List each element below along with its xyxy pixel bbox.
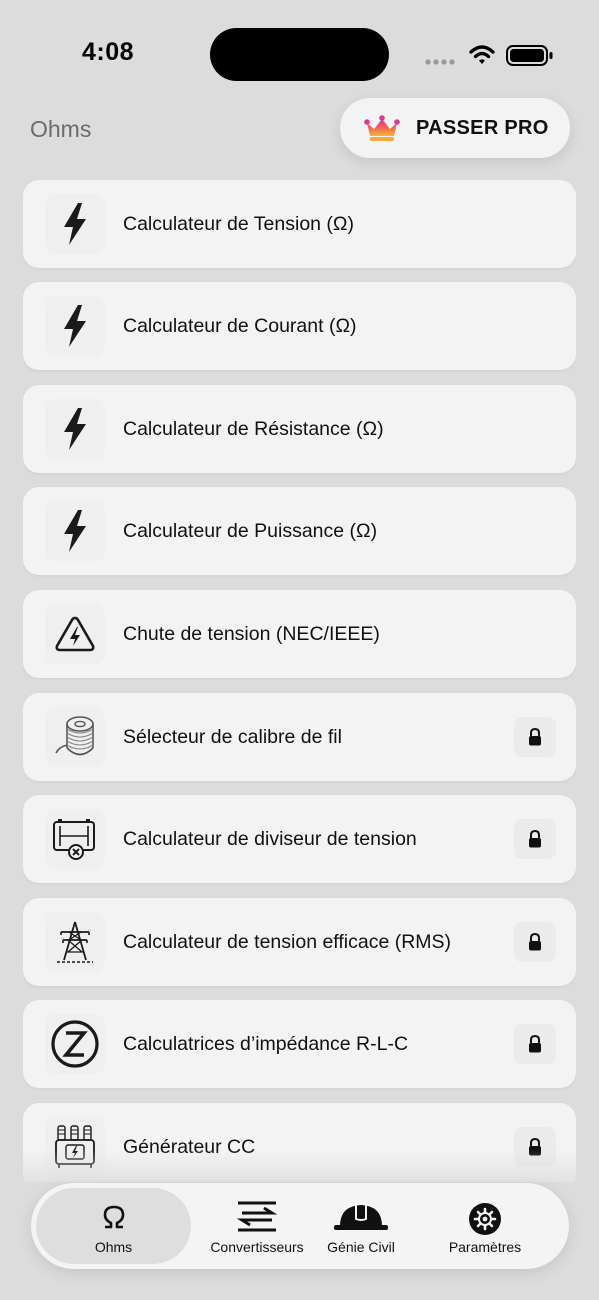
lock-badge	[514, 922, 556, 962]
list-item-current-calculator[interactable]: Calculateur de Courant (Ω)	[23, 282, 576, 370]
list-item-wire-gauge-selector[interactable]: Sélecteur de calibre de fil	[23, 693, 576, 781]
lock-badge	[514, 819, 556, 859]
list-item-voltage-divider[interactable]: Calculateur de diviseur de tension	[23, 795, 576, 883]
list-item-label: Calculateur de Résistance (Ω)	[123, 418, 384, 440]
tab-converters[interactable]: Convertisseurs	[197, 1188, 317, 1264]
status-time: 4:08	[82, 38, 135, 66]
tab-bar: Ohms Convertisseurs Génie Civil Paramètr…	[31, 1183, 569, 1269]
hard-hat-icon	[334, 1205, 388, 1230]
item-icon-box	[45, 501, 105, 561]
crown-icon	[364, 115, 400, 141]
list-item-label: Calculateur de tension efficace (RMS)	[123, 931, 452, 953]
go-pro-button[interactable]: PASSER PRO	[340, 98, 570, 158]
impedance-z-icon	[51, 1020, 99, 1068]
list-item-rms-voltage[interactable]: Calculateur de tension efficace (RMS)	[23, 898, 576, 986]
tab-ohms[interactable]: Ohms	[36, 1188, 191, 1264]
dynamic-island	[210, 28, 389, 81]
omega-icon	[103, 1205, 124, 1229]
list-item-rlc-impedance[interactable]: Calculatrices d’impédance R-L-C	[23, 1000, 576, 1088]
list-item-label: Sélecteur de calibre de fil	[123, 726, 342, 748]
lock-icon	[529, 830, 541, 848]
item-icon-box	[45, 604, 105, 664]
list-item-resistance-calculator[interactable]: Calculateur de Résistance (Ω)	[23, 385, 576, 473]
item-icon-box	[45, 296, 105, 356]
wire-spool-icon	[55, 716, 94, 756]
list-item-label: Calculatrices d’impédance R-L-C	[123, 1033, 409, 1055]
voltage-divider-icon	[53, 819, 95, 860]
cellular-signal-icon	[425, 59, 455, 65]
lightning-icon	[64, 408, 86, 450]
item-icon-box	[45, 707, 105, 767]
list-item-label: Calculateur de Puissance (Ω)	[123, 520, 378, 542]
item-icon-box	[45, 399, 105, 459]
list-item-label: Calculateur de diviseur de tension	[123, 828, 417, 850]
wifi-icon	[469, 45, 495, 64]
tab-label: Génie Civil	[327, 1239, 395, 1255]
lightning-icon	[64, 305, 86, 347]
item-icon-box	[45, 1014, 105, 1074]
calculator-list[interactable]: Calculateur de Tension (Ω) Calculateur d…	[23, 180, 576, 1182]
go-pro-label: PASSER PRO	[416, 116, 549, 139]
lock-icon	[529, 728, 541, 746]
tab-civil-engineering[interactable]: Génie Civil	[321, 1188, 401, 1264]
power-tower-icon	[57, 921, 93, 963]
warning-voltage-icon	[55, 616, 95, 652]
lock-badge	[514, 1024, 556, 1064]
status-icons	[425, 45, 553, 66]
list-item-label: Calculateur de Courant (Ω)	[123, 315, 357, 337]
home-indicator-area	[0, 1270, 599, 1300]
list-item-label: Chute de tension (NEC/IEEE)	[123, 623, 380, 645]
list-item-power-calculator[interactable]: Calculateur de Puissance (Ω)	[23, 487, 576, 575]
battery-icon	[506, 45, 553, 66]
lock-icon	[529, 1035, 541, 1053]
list-item-label: Calculateur de Tension (Ω)	[123, 213, 355, 235]
list-item-voltage-calculator[interactable]: Calculateur de Tension (Ω)	[23, 180, 576, 268]
item-icon-box	[45, 809, 105, 869]
tab-settings[interactable]: Paramètres	[445, 1188, 525, 1264]
page-title: Ohms	[30, 116, 92, 142]
item-icon-box	[45, 194, 105, 254]
lightning-icon	[64, 510, 86, 552]
tab-label: Paramètres	[448, 1239, 522, 1255]
lock-badge	[514, 717, 556, 757]
list-item-voltage-drop[interactable]: Chute de tension (NEC/IEEE)	[23, 590, 576, 678]
lightning-icon	[64, 203, 86, 245]
gear-icon	[469, 1203, 501, 1235]
swap-arrows-icon	[236, 1201, 278, 1232]
lock-icon	[529, 933, 541, 951]
app-screen: 4:08 Ohms PASSER PRO Calculateur de Tens…	[0, 0, 599, 1300]
item-icon-box	[45, 912, 105, 972]
